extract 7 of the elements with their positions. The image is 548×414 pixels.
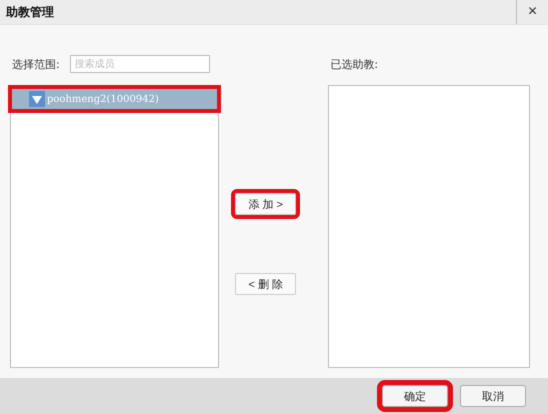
window-title: 助教管理 [6, 4, 54, 20]
chosen-label: 已选助教: [330, 56, 378, 72]
cancel-button[interactable]: 取消 [460, 385, 526, 407]
search-field[interactable]: 搜索成员 [70, 55, 210, 73]
user-icon [29, 91, 45, 107]
scope-label: 选择范围: [12, 56, 60, 72]
remove-button[interactable]: < 删 除 [235, 273, 296, 295]
